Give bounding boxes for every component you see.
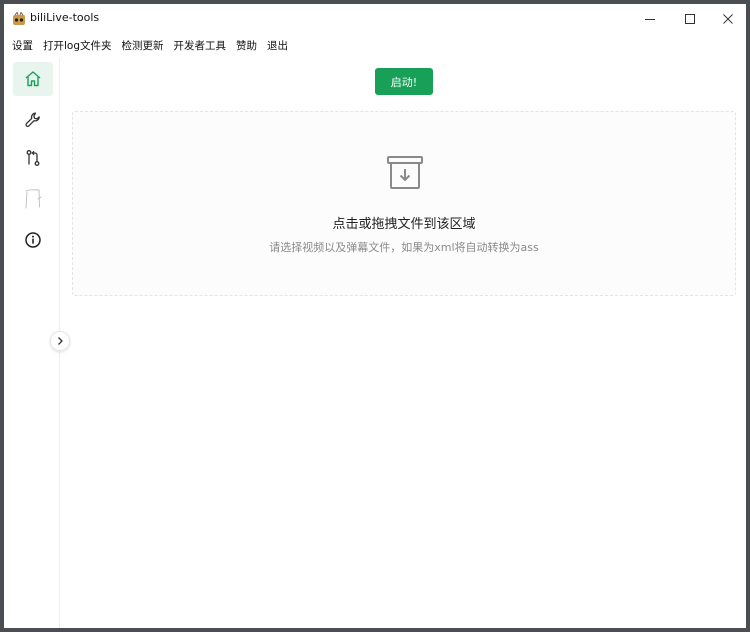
menu-item-devtools[interactable]: 开发者工具: [174, 37, 227, 55]
git-compare-icon: [26, 150, 40, 166]
close-icon: [723, 14, 733, 24]
menu-item-open-log-folder[interactable]: 打开log文件夹: [43, 37, 112, 55]
menu-item-exit[interactable]: 退出: [267, 37, 288, 55]
title-bar[interactable]: biliLive-tools: [4, 4, 746, 34]
minimize-icon: [645, 19, 655, 20]
drop-zone-hint: 请选择视频以及弹幕文件，如果为xml将自动转换为ass: [269, 241, 539, 254]
app-window: biliLive-tools 设置 打开log文件夹 检测更新 开发者工具 赞助…: [0, 0, 750, 632]
minimize-button[interactable]: [632, 8, 668, 30]
file-drop-zone[interactable]: 点击或拖拽文件到该区域 请选择视频以及弹幕文件，如果为xml将自动转换为ass: [72, 111, 736, 296]
sketch-figure-icon: [25, 189, 42, 209]
maximize-button[interactable]: [672, 8, 708, 30]
info-icon: [25, 232, 41, 248]
menu-item-check-update[interactable]: 检测更新: [122, 37, 164, 55]
home-icon: [25, 71, 41, 87]
maximize-icon: [685, 14, 695, 24]
menu-bar: 设置 打开log文件夹 检测更新 开发者工具 赞助 退出: [12, 37, 298, 55]
sidebar-item-tools[interactable]: [13, 103, 53, 137]
chevron-right-icon: [58, 337, 63, 345]
wrench-icon: [25, 112, 40, 127]
close-button[interactable]: [710, 8, 746, 30]
sidebar-item-about[interactable]: [13, 223, 53, 257]
archive-download-icon: [387, 156, 423, 189]
sidebar-item-merge[interactable]: [13, 141, 53, 175]
drop-zone-title: 点击或拖拽文件到该区域: [332, 217, 476, 232]
menu-item-settings[interactable]: 设置: [12, 37, 33, 55]
sidebar-item-home[interactable]: [13, 62, 53, 96]
window-title: biliLive-tools: [30, 11, 100, 24]
start-button[interactable]: 启动!: [375, 68, 433, 95]
sidebar-expand-button[interactable]: [50, 331, 70, 351]
sidebar-item-sketch[interactable]: [13, 182, 53, 216]
menu-item-sponsor[interactable]: 赞助: [236, 37, 257, 55]
app-logo-icon: [13, 12, 25, 25]
